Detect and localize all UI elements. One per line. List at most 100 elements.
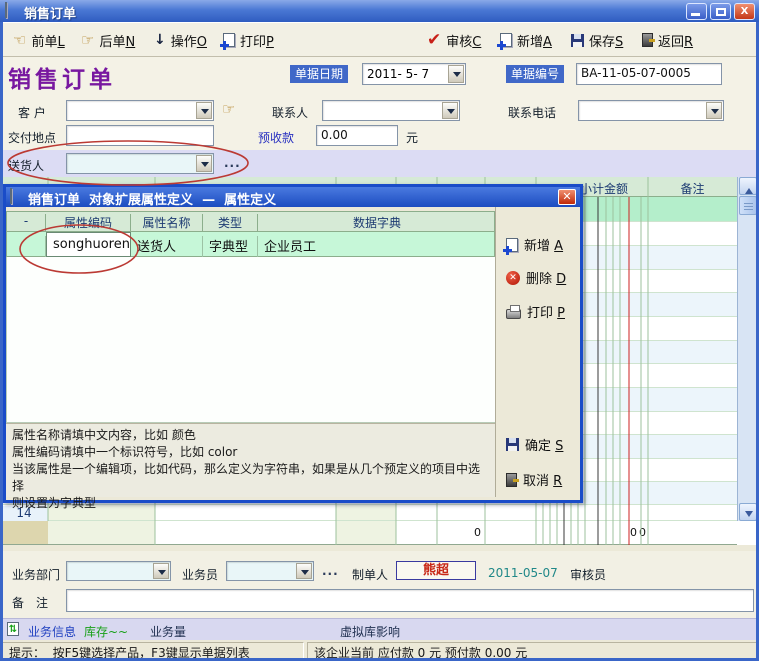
scrollbar-thumb[interactable] <box>739 196 757 215</box>
return-button[interactable]: 返回R <box>639 28 696 52</box>
dialog-table-header: - 属性编码 属性名称 类型 数据字典 <box>6 211 495 232</box>
salesman-label: 业务员 <box>182 566 218 583</box>
business-info-bar: ⇅ 业务信息 库存~~ 业务量 虚拟库影响 <box>0 618 759 640</box>
deliverer-row: 送货人 ... <box>0 150 759 177</box>
prev-doc-button[interactable]: ☜ 前单L <box>10 28 68 52</box>
grid-totals-row: 0 0 0 <box>0 521 737 545</box>
new-button[interactable]: 新增A <box>497 28 555 52</box>
dialog-close-button[interactable]: ✕ <box>558 189 576 205</box>
scroll-up-button[interactable] <box>739 177 757 195</box>
deliverer-more-button[interactable]: ... <box>224 156 241 170</box>
new-page-icon <box>500 33 512 47</box>
print-page-icon <box>223 33 235 47</box>
total-b: 0 <box>639 526 646 539</box>
stock-status: 库存~~ <box>84 623 128 640</box>
dropdown-arrow-icon[interactable] <box>196 155 212 172</box>
auditor-label: 审核员 <box>570 566 606 583</box>
dialog-title-bar: 销售订单 对象扩展属性定义 — 属性定义 <box>6 187 580 207</box>
dialog-icon <box>10 188 12 204</box>
total-a: 0 <box>630 526 637 539</box>
page-title: 销售订单 <box>8 60 116 94</box>
total-quantity: 0 <box>437 526 481 539</box>
dialog-table-row[interactable]: songhuoren 送货人 字典型 企业员工 <box>6 232 495 257</box>
maker-value-box: 熊超 <box>396 561 476 580</box>
yuan-label: 元 <box>406 129 418 146</box>
window-frame-left <box>0 22 3 661</box>
help-line: 属性编码请填中一个标识符号，比如 color <box>12 444 489 461</box>
exit-icon <box>506 473 517 487</box>
salesman-combobox[interactable] <box>226 561 314 581</box>
operate-button[interactable]: ↓ 操作O <box>151 28 210 52</box>
delete-icon: ✕ <box>506 271 520 285</box>
maker-label: 制单人 <box>352 566 388 583</box>
minimize-button[interactable] <box>686 3 707 20</box>
dialog-button-panel: 新增 A ✕ 删除 D 打印 P 确定 S 取消 R <box>495 207 580 497</box>
salesman-more-button[interactable]: ... <box>322 564 339 578</box>
vertical-scrollbar[interactable] <box>737 177 757 521</box>
phone-label: 联系电话 <box>508 104 556 121</box>
deliverer-combobox[interactable] <box>66 153 214 174</box>
prepay-label: 预收款 <box>258 129 294 146</box>
dialog-print-button[interactable]: 打印 P <box>506 302 565 321</box>
close-button[interactable]: X <box>734 3 755 20</box>
add-page-icon <box>506 238 518 252</box>
next-doc-button[interactable]: ☞ 后单N <box>78 28 138 52</box>
floppy-icon <box>571 34 584 47</box>
dropdown-arrow-icon[interactable] <box>706 102 722 119</box>
maximize-button[interactable] <box>710 3 731 20</box>
dialog-help-text: 属性名称请填中文内容，比如 颜色 属性编码请填中一个标识符号，比如 color … <box>6 423 495 497</box>
dropdown-arrow-icon[interactable] <box>296 563 312 579</box>
footer-form: 业务部门 业务员 ... 制单人 熊超 2011-05-07 审核员 备 注 <box>0 551 759 618</box>
contact-combobox[interactable] <box>322 100 460 121</box>
title-bar: 销售订单 X <box>0 0 759 22</box>
business-info-label: 业务信息 <box>28 623 76 640</box>
floppy-icon <box>506 438 519 451</box>
audit-button[interactable]: ✔ 审核C <box>424 28 484 52</box>
doc-date-label: 单据日期 <box>290 65 348 83</box>
delivery-address-input[interactable] <box>66 125 214 146</box>
virtual-stock-label: 虚拟库影响 <box>340 623 400 640</box>
maker-date: 2011-05-07 <box>488 566 558 580</box>
customer-lookup-icon[interactable]: ☞ <box>222 102 235 117</box>
help-line: 属性名称请填中文内容，比如 颜色 <box>12 427 489 444</box>
printer-icon <box>506 309 521 319</box>
note-label: 备 注 <box>12 594 48 611</box>
customer-combobox[interactable] <box>66 100 214 121</box>
down-arrow-icon: ↓ <box>154 33 166 47</box>
scroll-down-button[interactable] <box>739 503 757 521</box>
contact-label: 联系人 <box>272 104 308 121</box>
prepay-input[interactable]: 0.00 <box>316 125 398 146</box>
window-title: 销售订单 <box>24 3 76 22</box>
exit-icon <box>642 33 653 47</box>
form-header: 销售订单 单据日期 2011- 5- 7 单据编号 BA-11-05-07-00… <box>0 57 759 150</box>
refresh-icon[interactable]: ⇅ <box>7 622 19 636</box>
dropdown-arrow-icon[interactable] <box>196 102 212 119</box>
save-button[interactable]: 保存S <box>568 28 626 52</box>
print-button[interactable]: 打印P <box>220 28 277 52</box>
doc-no-input[interactable]: BA-11-05-07-0005 <box>576 63 722 85</box>
doc-date-combobox[interactable]: 2011- 5- 7 <box>362 63 466 85</box>
help-line: 当该属性是一个编辑项，比如代码，那么定义为字符串，如果是从几个预定义的项目中选择 <box>12 461 489 495</box>
dialog-title: 销售订单 对象扩展属性定义 — 属性定义 <box>28 189 276 208</box>
dialog-table-empty-area <box>6 257 495 423</box>
customer-label: 客 户 <box>18 104 46 121</box>
dialog-delete-button[interactable]: ✕ 删除 D <box>506 268 566 287</box>
app-icon <box>5 2 7 18</box>
dialog-ok-button[interactable]: 确定 S <box>506 435 563 454</box>
phone-combobox[interactable] <box>578 100 724 121</box>
note-input[interactable] <box>66 589 754 612</box>
dialog-cancel-button[interactable]: 取消 R <box>506 470 562 489</box>
dept-label: 业务部门 <box>12 566 60 583</box>
col-note: 备注 <box>648 180 737 197</box>
delivery-address-label: 交付地点 <box>8 129 56 146</box>
dept-combobox[interactable] <box>66 561 171 581</box>
dropdown-arrow-icon[interactable] <box>448 65 464 83</box>
attribute-definition-dialog: 销售订单 对象扩展属性定义 — 属性定义 ✕ - 属性编码 属性名称 类型 数据… <box>3 184 583 503</box>
help-line: 则设置为字典型 <box>12 495 489 512</box>
volume-label: 业务量 <box>150 623 186 640</box>
attr-code-cell[interactable]: songhuoren <box>46 232 131 257</box>
deliverer-label: 送货人 <box>8 157 44 174</box>
dropdown-arrow-icon[interactable] <box>153 563 169 579</box>
dropdown-arrow-icon[interactable] <box>442 102 458 119</box>
dialog-add-button[interactable]: 新增 A <box>506 235 563 254</box>
